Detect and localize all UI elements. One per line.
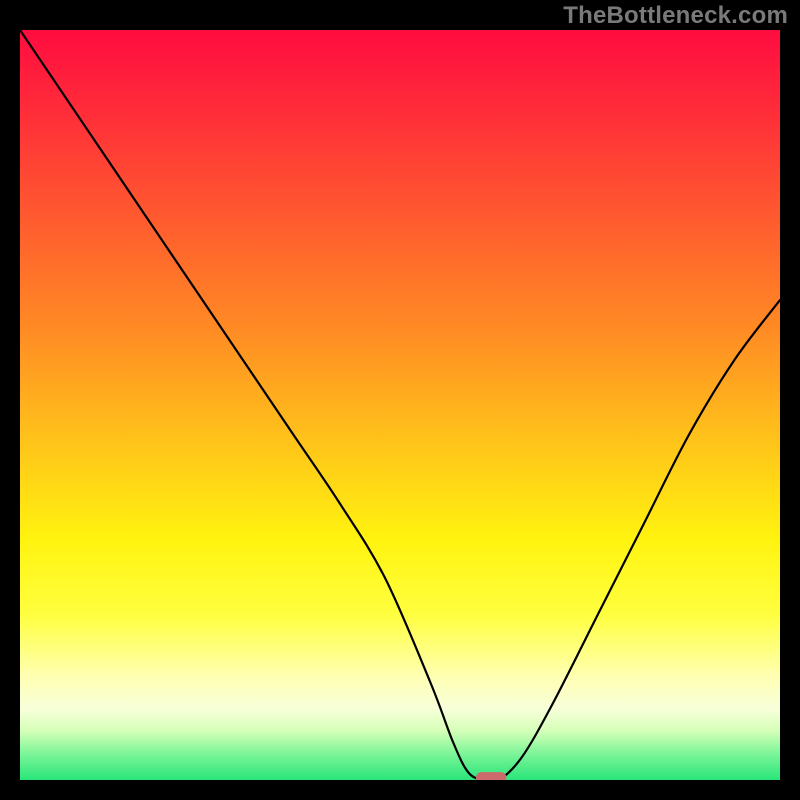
optimal-marker <box>476 772 506 780</box>
plot-area <box>20 30 780 780</box>
watermark-text: TheBottleneck.com <box>563 2 788 30</box>
chart-svg <box>20 30 780 780</box>
gradient-background <box>20 30 780 780</box>
chart-frame: TheBottleneck.com <box>0 0 800 800</box>
